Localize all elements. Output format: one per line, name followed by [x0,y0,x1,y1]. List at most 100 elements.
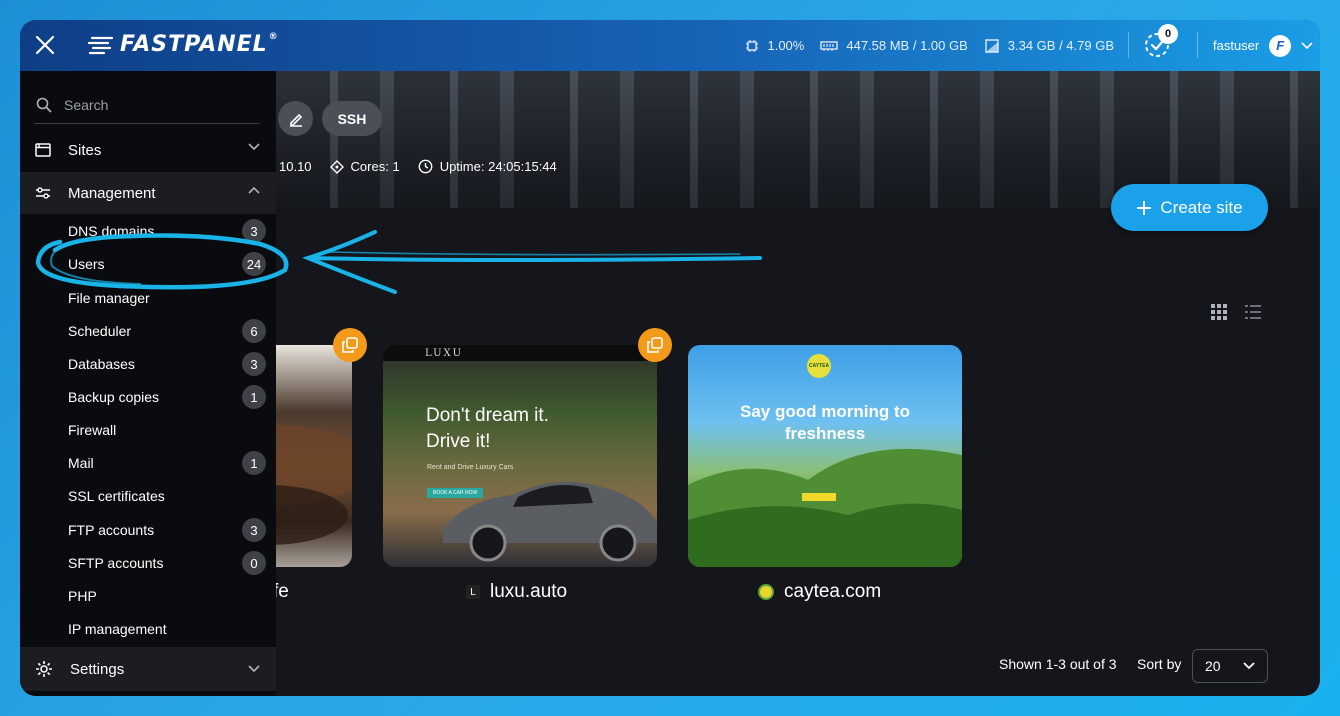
divider [1128,32,1129,58]
luxu-nav: LUXU [383,345,657,361]
ram-icon [820,40,839,51]
site-card-thumbnail[interactable]: LUXU Don't dream it. Drive it! Rent and … [383,345,657,567]
sidebar-item-settings[interactable]: Settings [20,647,276,691]
cpu-icon [746,39,759,52]
sidebar-item-dns-domains[interactable]: DNS domains 3 [68,218,266,244]
sidebar-item-label: File manager [68,290,150,306]
sidebar-item-firewall[interactable]: Firewall [68,417,266,443]
cores-icon [329,159,344,174]
uptime-info: Uptime: 24:05:15:44 [418,159,557,174]
count-badge: 3 [242,352,266,376]
user-menu[interactable]: fastuser F [1213,20,1313,71]
create-site-button[interactable]: Create site [1111,184,1268,231]
disk-value: 3.34 GB / 4.79 GB [1007,38,1114,53]
close-icon[interactable] [34,34,56,56]
chevron-up-icon [248,186,260,194]
divider [1197,32,1198,58]
sidebar-item-management[interactable]: Management [20,172,276,214]
sidebar-item-label: Users [68,256,105,272]
ram-value: 447.58 MB / 1.00 GB [846,38,968,53]
sidebar-item-file-manager[interactable]: File manager [68,285,266,311]
sidebar-item-label: SFTP accounts [68,555,164,571]
sidebar-item-label: DNS domains [68,223,155,239]
view-toggle [1210,303,1262,321]
logo-text: FASTPANEL® [120,32,279,57]
copy-site-button[interactable] [638,328,672,362]
sliders-icon [36,187,50,199]
sidebar: Search Sites Management DNS domains 3 User… [20,71,276,696]
top-bar: FASTPANEL® 1.00% 447.58 MB / 1.00 GB 3.3… [20,20,1320,71]
pagination-info: Shown 1-3 out of 3 [999,656,1117,672]
count-badge: 1 [242,451,266,475]
resource-stats: 1.00% 447.58 MB / 1.00 GB 3.34 GB / 4.79… [745,20,1114,71]
count-badge: 3 [242,219,266,243]
sidebar-item-label: Databases [68,356,135,372]
username: fastuser [1213,38,1260,53]
fastpanel-logo[interactable]: FASTPANEL® [88,32,279,57]
sidebar-item-label: FTP accounts [68,522,155,538]
sidebar-item-label: IP management [68,621,167,637]
chevron-down-icon [248,665,260,673]
sidebar-item-ssl-certificates[interactable]: SSL certificates [68,483,266,509]
sidebar-item-label: Sites [68,141,102,159]
luxu-brand: LUXU [425,347,464,359]
ssh-button[interactable]: SSH [322,101,382,136]
count-badge: 24 [242,252,266,276]
sidebar-item-sftp-accounts[interactable]: SFTP accounts 0 [68,550,266,576]
count-badge: 6 [242,319,266,343]
site-name[interactable]: caytea.com [758,581,881,603]
site-favicon-icon [758,584,774,600]
sidebar-item-users[interactable]: Users 24 [68,251,266,277]
caytea-brand: CAYTEA [809,363,830,369]
search-placeholder: Search [64,97,109,113]
sidebar-item-label: Scheduler [68,323,132,339]
site-name-text: caytea.com [784,581,882,602]
chevron-down-icon [1243,662,1255,670]
count-badge: 0 [242,551,266,575]
site-name[interactable]: L luxu.auto [466,581,567,603]
caytea-cta [802,493,836,501]
sidebar-item-databases[interactable]: Databases 3 [68,351,266,377]
luxu-headline: Don't dream it. Drive it! [426,405,549,452]
sidebar-item-ip-management[interactable]: IP management [68,616,266,642]
sidebar-item-scheduler[interactable]: Scheduler 6 [68,318,266,344]
ip-address: 10.10 [279,159,312,174]
sidebar-item-label: Settings [70,660,125,678]
site-name-text: luxu.auto [490,581,568,602]
tasks-button[interactable]: 0 [1142,24,1178,60]
sidebar-item-label: Firewall [68,422,117,438]
ram-stat: 447.58 MB / 1.00 GB [820,38,968,53]
gear-icon [36,661,52,677]
site-card-thumbnail[interactable]: CAYTEA Say good morning to freshness [688,345,962,567]
sort-value: 20 [1205,658,1221,674]
cores-value: Cores: 1 [350,159,400,174]
server-info: 10.10 Cores: 1 Uptime: 24:05:15:44 [279,159,557,174]
search-icon [36,97,52,113]
tea-hills-image [688,354,962,567]
sidebar-item-php[interactable]: PHP [68,583,266,609]
sort-label: Sort by [1137,656,1182,672]
edit-button[interactable] [278,101,313,136]
sidebar-item-ftp-accounts[interactable]: FTP accounts 3 [68,517,266,543]
sidebar-item-backup-copies[interactable]: Backup copies 1 [68,384,266,410]
sort-select[interactable]: 20 [1192,649,1268,683]
cpu-stat: 1.00% [745,38,804,53]
app-window: FASTPANEL® 1.00% 447.58 MB / 1.00 GB 3.3… [20,20,1320,696]
create-site-label: Create site [1160,197,1243,217]
caytea-headline: Say good morning to freshness [740,402,910,443]
copy-icon [647,337,663,353]
list-view-icon[interactable] [1244,303,1262,321]
grid-view-icon[interactable] [1210,303,1228,321]
cpu-value: 1.00% [767,38,805,53]
browser-window-icon [35,143,51,157]
sidebar-item-mail[interactable]: Mail 1 [68,450,266,476]
pencil-icon [289,113,302,127]
copy-site-button[interactable] [333,328,367,362]
sidebar-item-sites[interactable]: Sites [20,129,276,171]
uptime-value: Uptime: 24:05:15:44 [439,159,557,174]
copy-icon [342,337,358,353]
sidebar-item-label: SSL certificates [68,488,165,504]
sidebar-item-label: PHP [68,588,97,604]
car-image [443,481,657,562]
search-input[interactable]: Search [34,87,260,124]
